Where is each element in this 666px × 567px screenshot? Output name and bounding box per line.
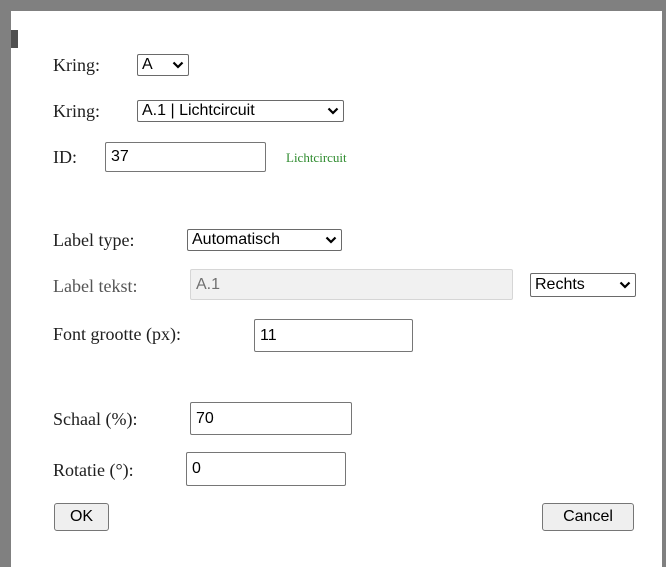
kring-group-label: Kring: [53,55,100,75]
label-type-label: Label type: [53,230,135,250]
window-frame-top [0,0,666,11]
label-position-select[interactable]: Rechts [530,273,636,297]
rotation-input[interactable]: 0 [186,452,346,486]
scale-input[interactable]: 70 [190,402,352,435]
kring-group-select[interactable]: A [137,54,189,76]
kring-circuit-label: Kring: [53,101,100,121]
font-size-label: Font grootte (px): [53,324,181,344]
label-position-selected: Rechts [535,276,585,293]
cancel-button[interactable]: Cancel [542,503,634,531]
ok-button[interactable]: OK [54,503,109,531]
circuit-type-hint: Lichtcircuit [286,150,347,165]
kring-group-selected: A [142,56,153,73]
label-type-select[interactable]: Automatisch [187,229,342,251]
chevron-down-icon [172,61,184,69]
window-frame-marker [11,30,18,48]
font-size-input[interactable]: 11 [254,319,413,352]
chevron-down-icon [325,236,337,244]
scale-label: Schaal (%): [53,409,138,429]
chevron-down-icon [619,281,631,289]
kring-circuit-selected: A.1 | Lichtcircuit [142,102,255,119]
label-text-input[interactable]: A.1 [190,269,513,300]
window-frame-right [662,11,666,567]
window-frame-left [0,11,11,567]
label-text-label: Label tekst: [53,276,138,296]
id-input[interactable]: 37 [105,142,266,172]
chevron-down-icon [327,107,339,115]
kring-circuit-select[interactable]: A.1 | Lichtcircuit [137,100,344,122]
label-type-selected: Automatisch [192,231,281,248]
properties-dialog: Kring: A Kring: A.1 | Lichtcircuit ID: 3… [11,11,662,567]
rotation-label: Rotatie (°): [53,460,134,480]
id-label: ID: [53,147,77,167]
